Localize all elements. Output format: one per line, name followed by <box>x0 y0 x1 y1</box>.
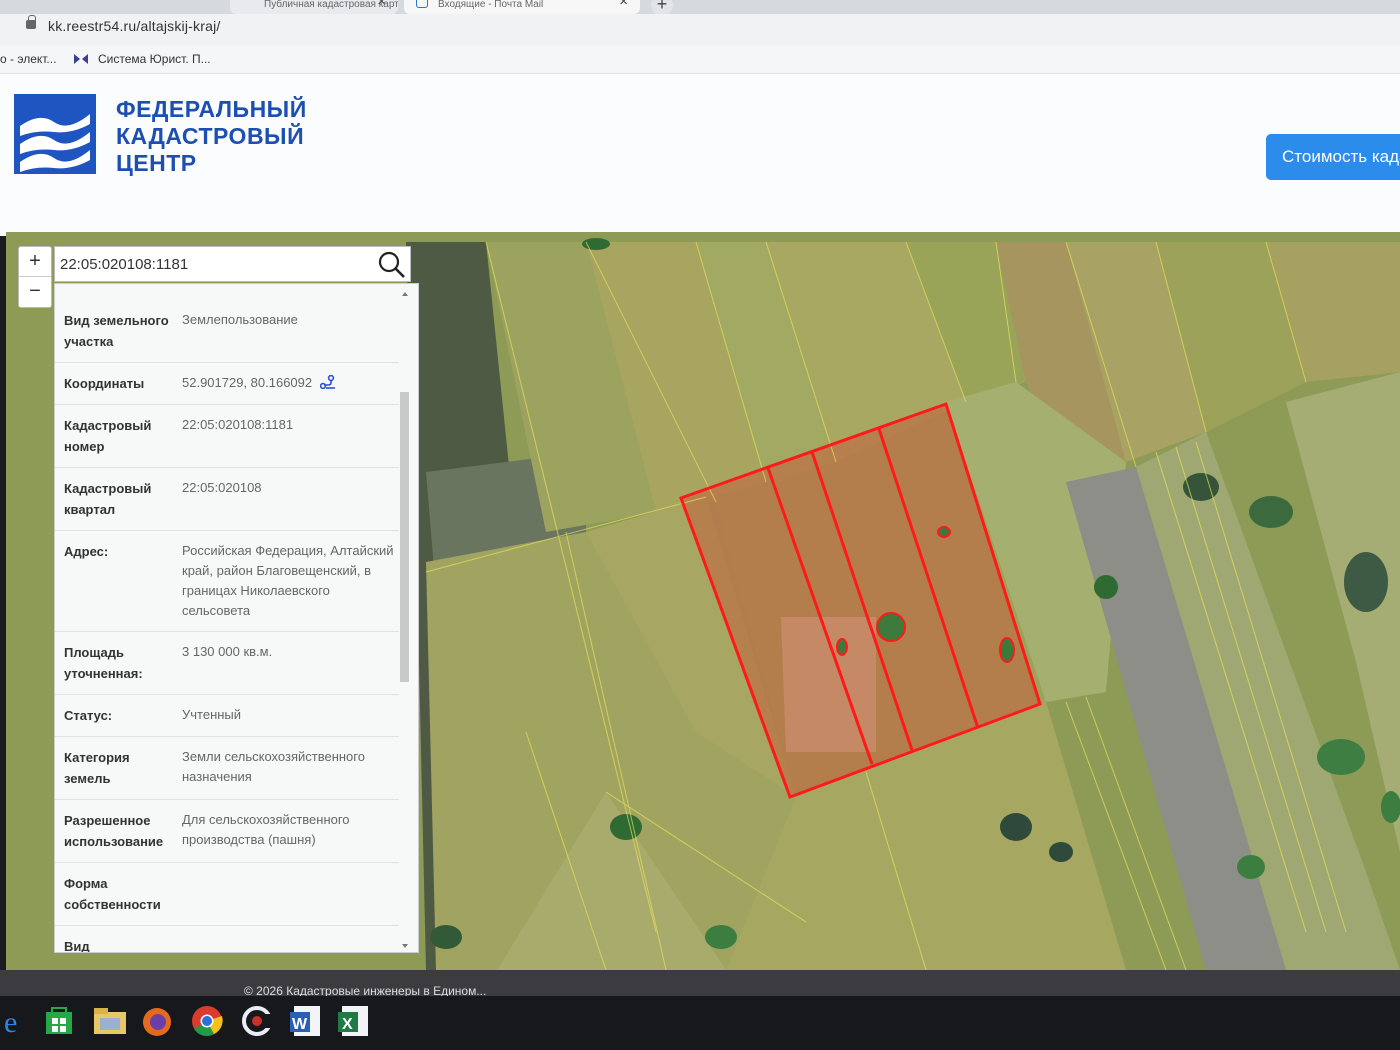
info-label: Координаты <box>64 376 145 391</box>
info-value: Для сельскохозяйственного производства (… <box>182 812 350 847</box>
file-explorer-icon[interactable] <box>92 1004 128 1038</box>
site-footer: © 2026 Кадастровые инженеры в Едином... <box>0 970 1400 996</box>
svg-text:e: e <box>4 1006 17 1038</box>
info-row-ownership-form: Форма собственности <box>55 863 399 926</box>
browser-tabstrip: Публичная кадастровая карта × Входящие -… <box>0 0 1400 16</box>
info-row-cadastral-quarter: Кадастровый квартал 22:05:020108 <box>55 468 399 531</box>
scroll-thumb[interactable] <box>400 392 409 682</box>
lock-icon <box>26 15 36 29</box>
zoom-control: + − <box>18 246 52 308</box>
info-label: Статус: <box>64 708 113 723</box>
close-tab-icon[interactable]: × <box>377 0 386 9</box>
svg-text:W: W <box>292 1016 308 1033</box>
info-label: Вид <box>64 939 90 953</box>
info-value: Учтенный <box>182 707 242 722</box>
zoom-in-button[interactable]: + <box>19 247 51 277</box>
scroll-down-icon[interactable] <box>402 944 408 948</box>
info-value: 22:05:020108 <box>182 480 262 495</box>
info-value <box>174 936 182 952</box>
store-icon[interactable] <box>42 1004 76 1038</box>
edge-icon[interactable]: e <box>0 1004 34 1038</box>
copyright-text: © 2026 Кадастровые инженеры в Едином... <box>244 984 487 996</box>
info-label: Площадь уточненная: <box>64 645 143 681</box>
info-label: Кадастровый квартал <box>64 481 152 517</box>
info-value-coordinates: 52.901729, 80.166092 <box>174 373 336 394</box>
info-row-coordinates: Координаты 52.901729, 80.166092 <box>55 363 399 405</box>
os-taskbar: e W X <box>0 996 1400 1050</box>
parcel-info-list: Вид земельного участка Землепользование … <box>55 300 399 953</box>
info-label: Форма собственности <box>64 876 161 912</box>
site-header: ФЕДЕРАЛЬНЫЙ КАДАСТРОВЫЙ ЦЕНТР Стоимость … <box>0 74 1400 236</box>
info-value: Землепользование <box>182 312 298 327</box>
route-icon[interactable] <box>319 375 336 389</box>
logo-line: ЦЕНТР <box>116 150 197 176</box>
cadastral-cost-button[interactable]: Стоимость кадастровых работ <box>1266 134 1400 180</box>
browser-tab-mail[interactable]: Входящие - Почта Mail × <box>404 0 640 14</box>
info-label: Адрес: <box>64 544 109 559</box>
panel-scrollbar[interactable] <box>400 292 410 948</box>
parcel-info-panel: Вид земельного участка Землепользование … <box>54 283 419 953</box>
excel-icon[interactable]: X <box>338 1004 372 1038</box>
info-row-address: Адрес: Российская Федерация, Алтайский к… <box>55 531 399 632</box>
bookmark-item[interactable]: Система Юрист. П... <box>98 52 211 66</box>
info-row-parcel-type: Вид земельного участка Землепользование <box>55 300 399 363</box>
search-input[interactable] <box>55 247 373 281</box>
info-label: Вид земельного участка <box>64 313 169 349</box>
coordinates-text: 52.901729, 80.166092 <box>182 375 313 390</box>
info-row-area: Площадь уточненная: 3 130 000 кв.м. <box>55 632 399 695</box>
info-row-status: Статус: Учтенный <box>55 695 399 737</box>
word-icon[interactable]: W <box>290 1004 324 1038</box>
info-row-land-category: Категория земель Земли сельскохозяйствен… <box>55 737 399 800</box>
scroll-up-icon[interactable] <box>402 292 408 296</box>
logo-text[interactable]: ФЕДЕРАЛЬНЫЙ КАДАСТРОВЫЙ ЦЕНТР <box>116 96 307 177</box>
info-label: Категория земель <box>64 750 130 786</box>
search-icon[interactable] <box>378 251 406 279</box>
zoom-out-button[interactable]: − <box>19 277 51 307</box>
url-text[interactable]: kk.reestr54.ru/altajskij-kraj/ <box>48 18 221 34</box>
info-row-permitted-use: Разрешенное использование Для сельскохоз… <box>55 800 399 863</box>
browser-tab[interactable]: Публичная кадастровая карта × <box>230 0 398 14</box>
logo-icon[interactable] <box>14 94 96 174</box>
tab-label: Входящие - Почта Mail <box>438 0 544 10</box>
ccleaner-icon[interactable] <box>240 1004 274 1038</box>
info-value: Земли сельскохозяйственного назначения <box>182 749 365 784</box>
bookmark-favicon-icon <box>74 54 88 64</box>
address-bar: kk.reestr54.ru/altajskij-kraj/ <box>0 14 1400 46</box>
bookmarks-bar: о - элект... Система Юрист. П... <box>0 46 1400 74</box>
info-label: Разрешенное использование <box>64 813 164 849</box>
svg-text:X: X <box>342 1016 353 1033</box>
info-value: Российская Федерация, Алтайский край, ра… <box>182 543 394 618</box>
logo-line: ФЕДЕРАЛЬНЫЙ <box>116 96 307 122</box>
bookmark-item[interactable]: о - элект... <box>0 52 56 66</box>
logo-line: КАДАСТРОВЫЙ <box>116 123 305 149</box>
info-value <box>174 873 182 915</box>
chrome-icon[interactable] <box>190 1004 224 1038</box>
mail-icon <box>416 0 428 8</box>
firefox-icon[interactable] <box>140 1004 174 1038</box>
info-label: Кадастровый номер <box>64 418 152 454</box>
cadastral-search <box>54 246 411 282</box>
info-row-cadastral-number: Кадастровый номер 22:05:020108:1181 <box>55 405 399 468</box>
info-value: 3 130 000 кв.м. <box>182 644 273 659</box>
close-tab-icon[interactable]: × <box>619 0 628 9</box>
info-row-kind: Вид <box>55 926 399 953</box>
info-value: 22:05:020108:1181 <box>182 417 294 432</box>
